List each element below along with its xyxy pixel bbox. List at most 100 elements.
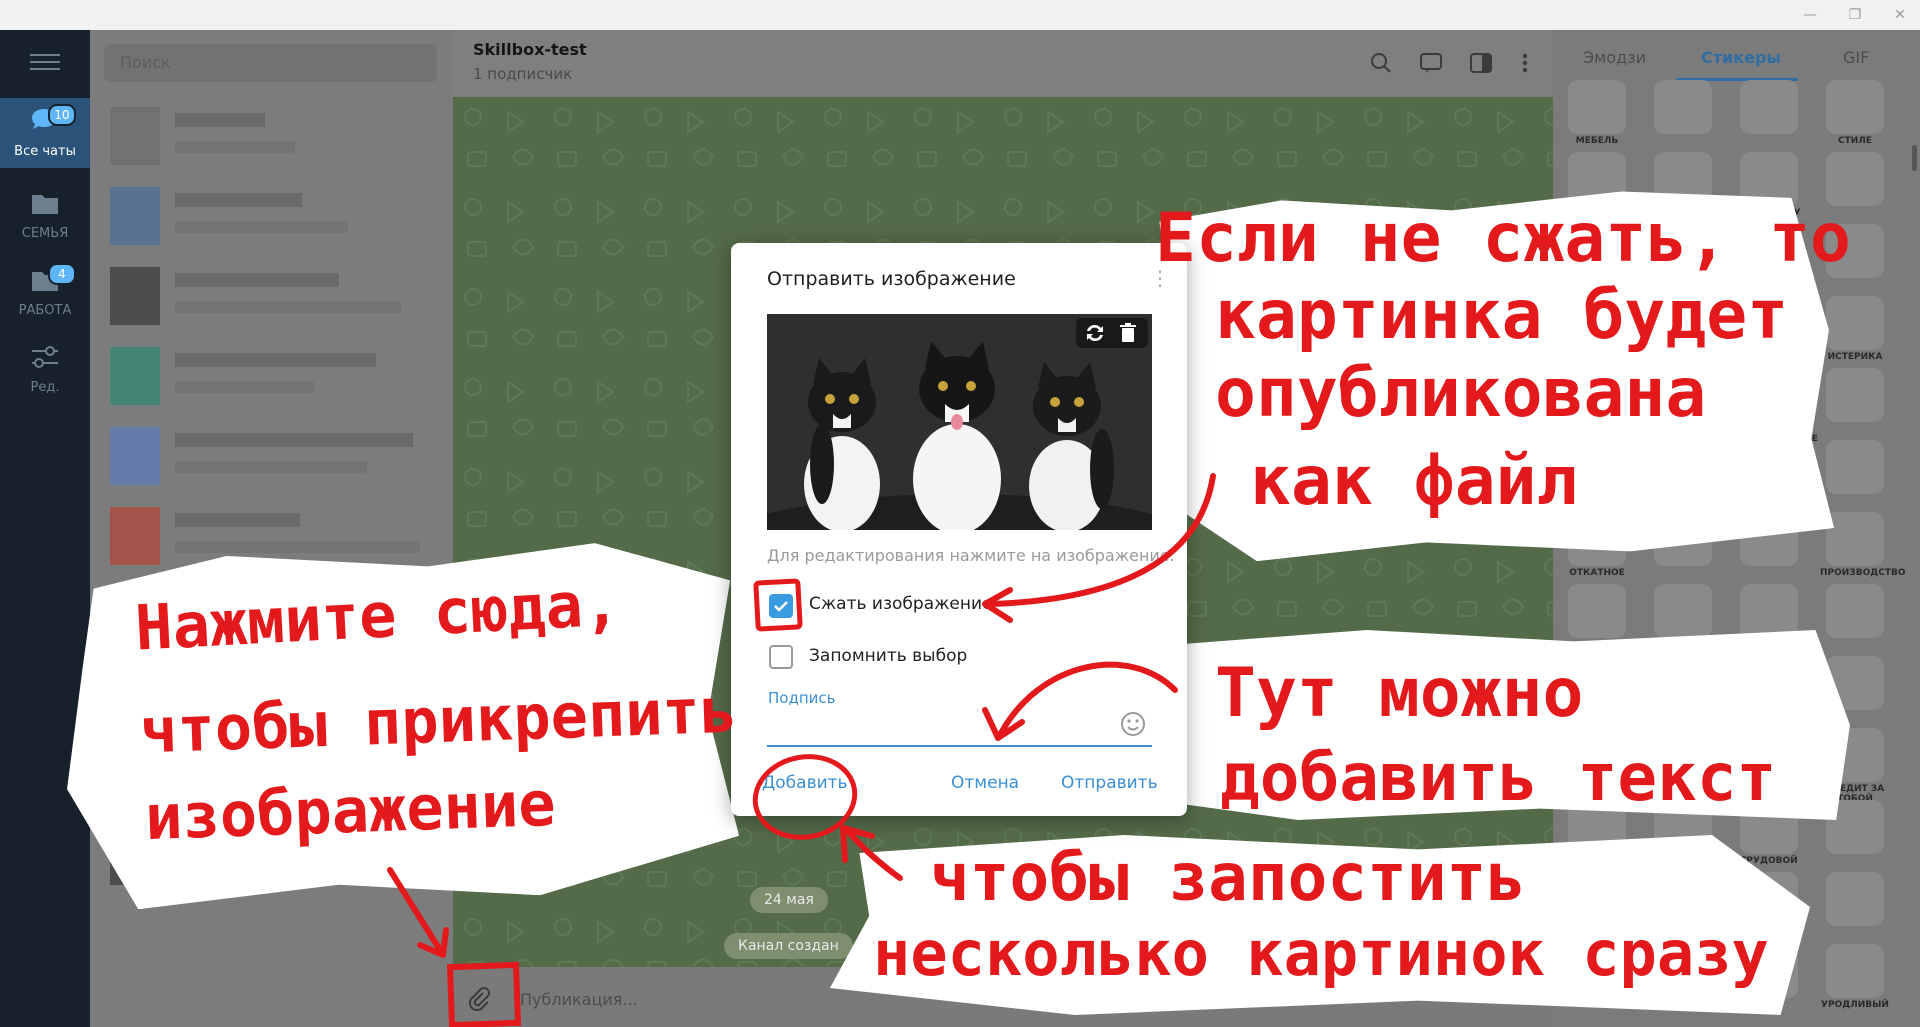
- avatar: [110, 267, 160, 325]
- dialog-title: Отправить изображение: [767, 268, 1016, 290]
- comments-icon[interactable]: [1418, 50, 1444, 76]
- more-menu-icon[interactable]: [1512, 50, 1538, 76]
- unread-badge: 10: [48, 104, 76, 126]
- scrollbar-thumb[interactable]: [1912, 145, 1917, 171]
- folder-label: Все чаты: [14, 144, 76, 159]
- avatar: [110, 347, 160, 405]
- folder-edit[interactable]: Ред.: [0, 334, 90, 410]
- annotation-attach-line3: изображение: [143, 766, 557, 855]
- sticker[interactable]: [1826, 440, 1884, 494]
- folder-icon: [32, 195, 58, 214]
- sticker[interactable]: [1826, 80, 1884, 134]
- folder-label: Ред.: [30, 380, 60, 395]
- chat-name-placeholder: [175, 513, 300, 527]
- folder-label: СЕМЬЯ: [21, 226, 69, 241]
- sticker[interactable]: [1740, 80, 1798, 134]
- message-input[interactable]: Публикация...: [520, 990, 638, 1009]
- chat-preview-placeholder: [175, 301, 401, 313]
- compress-image-label[interactable]: Сжать изображение: [809, 594, 993, 614]
- sticker-caption: УРОДЛИВЫЙ: [1821, 1000, 1889, 1010]
- sticker-caption: ИСТЕРИКА: [1827, 352, 1883, 362]
- tab-gif[interactable]: GIF: [1843, 48, 1869, 67]
- sticker[interactable]: [1654, 584, 1712, 638]
- replace-image-icon[interactable]: [1084, 323, 1106, 343]
- sticker[interactable]: [1826, 584, 1884, 638]
- search-input[interactable]: Поиск: [104, 44, 437, 82]
- delete-image-icon[interactable]: [1119, 323, 1137, 343]
- chat-name-placeholder: [175, 273, 339, 287]
- chat-list-item[interactable]: [90, 97, 453, 177]
- sidebar-toggle-icon[interactable]: [1468, 50, 1494, 76]
- window-titlebar: [0, 0, 1920, 30]
- tab-stickers[interactable]: Стикеры: [1701, 48, 1781, 67]
- attach-paperclip-icon[interactable]: [465, 985, 491, 1011]
- sticker[interactable]: [1654, 80, 1712, 134]
- chat-list-item[interactable]: [90, 337, 453, 417]
- folder-label: РАБОТА: [18, 303, 72, 318]
- minimize-button[interactable]: —: [1795, 4, 1825, 26]
- sticker[interactable]: [1826, 296, 1884, 350]
- annotation-text-line1: Тут можно: [1215, 654, 1584, 733]
- search-icon[interactable]: [1368, 50, 1394, 76]
- sticker[interactable]: [1826, 152, 1884, 206]
- caption-underline: [767, 745, 1152, 747]
- chat-name-placeholder: [175, 353, 376, 367]
- sticker[interactable]: [1826, 368, 1884, 422]
- chat-name-placeholder: [175, 433, 413, 447]
- sticker[interactable]: [1568, 80, 1626, 134]
- sticker[interactable]: [1826, 944, 1884, 998]
- edit-hint: Для редактирования нажмите на изображени…: [767, 546, 1175, 565]
- date-pill: 24 мая: [750, 887, 828, 913]
- restore-button[interactable]: ❐: [1840, 4, 1870, 26]
- cancel-button[interactable]: Отмена: [951, 773, 1019, 793]
- avatar: [110, 187, 160, 245]
- compress-image-checkbox[interactable]: [769, 594, 793, 618]
- sticker-caption: ПРОИЗВОДСТВО: [1820, 568, 1906, 578]
- chat-name-placeholder: [175, 113, 265, 127]
- chat-list-item[interactable]: [90, 177, 453, 257]
- chat-subtitle: 1 подписчик: [473, 65, 573, 83]
- caption-input[interactable]: [767, 715, 1107, 741]
- chat-preview-placeholder: [175, 381, 314, 393]
- sticker[interactable]: [1568, 584, 1626, 638]
- checkmark-icon: [774, 601, 788, 612]
- sticker[interactable]: [1826, 872, 1884, 926]
- chat-preview-placeholder: [175, 221, 348, 233]
- service-message-pill: Канал создан: [724, 933, 853, 959]
- emoji-icon[interactable]: [1119, 710, 1147, 738]
- hamburger-menu-icon[interactable]: [30, 52, 60, 72]
- chat-name-placeholder: [175, 193, 302, 207]
- chat-preview-placeholder: [175, 141, 295, 153]
- remember-choice-label[interactable]: Запомнить выбор: [809, 646, 967, 666]
- annotation-text-line2: добавить текст: [1220, 739, 1777, 816]
- avatar: [110, 427, 160, 485]
- attached-image-preview[interactable]: [767, 314, 1152, 530]
- chat-preview-placeholder: [175, 461, 367, 473]
- sliders-icon: [32, 346, 58, 368]
- folder-family[interactable]: СЕМЬЯ: [0, 180, 90, 256]
- annotation-multi-line2: несколько картинок сразу: [873, 917, 1769, 990]
- folder-all-chats[interactable]: 10 Все чаты: [0, 98, 90, 168]
- sticker[interactable]: [1826, 512, 1884, 566]
- avatar: [110, 107, 160, 165]
- tab-emoji[interactable]: Эмодзи: [1583, 48, 1646, 67]
- sticker-caption: СТИЛЕ: [1838, 136, 1872, 146]
- remember-choice-checkbox[interactable]: [769, 645, 793, 669]
- unread-badge: 4: [48, 263, 76, 285]
- close-icon[interactable]: ✕: [1885, 4, 1915, 26]
- chat-list-item[interactable]: [90, 417, 453, 497]
- chat-title[interactable]: Skillbox-test: [473, 40, 587, 59]
- sticker-caption: МЕБЕЛЬ: [1575, 136, 1619, 146]
- annotation-file-line4: как файл: [1250, 442, 1578, 521]
- chat-preview-placeholder: [175, 541, 420, 553]
- sticker[interactable]: [1740, 584, 1798, 638]
- send-button[interactable]: Отправить: [1061, 773, 1158, 793]
- chat-list-item[interactable]: [90, 257, 453, 337]
- annotation-file-line3: опубликована: [1215, 354, 1707, 433]
- folder-work[interactable]: 4 РАБОТА: [0, 257, 90, 333]
- avatar: [110, 507, 160, 565]
- annotation-multi-line1: чтобы запостить: [930, 839, 1527, 916]
- annotation-file-line1: Если не сжать, то: [1155, 199, 1851, 278]
- add-button[interactable]: Добавить: [762, 773, 848, 793]
- annotation-file-line2: картинка будет: [1215, 276, 1789, 355]
